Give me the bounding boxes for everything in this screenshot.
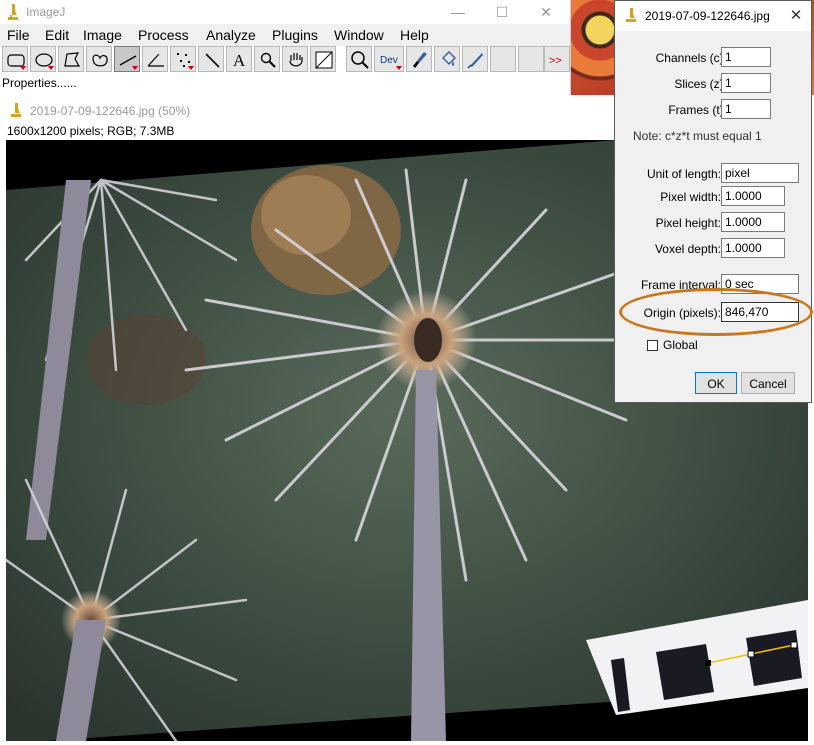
imagej-main-window: ImageJ — ☐ ✕ File Edit Image Process Ana… xyxy=(0,0,571,95)
voxel-depth-label: Voxel depth: xyxy=(654,242,721,256)
origin-highlight-ellipse xyxy=(619,288,813,336)
frames-field[interactable] xyxy=(721,99,771,119)
frames-label: Frames (t): xyxy=(668,103,727,117)
brush-tool[interactable] xyxy=(406,46,432,72)
properties-dialog: 2019-07-09-122646.jpg ✕ Channels (c): Sl… xyxy=(614,0,812,403)
developer-menu[interactable]: Dev xyxy=(374,46,404,72)
image-info: 1600x1200 pixels; RGB; 7.3MB xyxy=(7,124,175,138)
status-bar: Properties...... xyxy=(2,76,77,90)
microscope-icon xyxy=(11,103,21,117)
text-tool[interactable]: A xyxy=(226,46,252,72)
menu-analyze[interactable]: Analyze xyxy=(206,26,256,44)
unit-label: Unit of length: xyxy=(646,167,721,181)
rectangle-tool[interactable] xyxy=(2,46,28,72)
more-tools[interactable]: >> xyxy=(544,46,570,72)
magnifier-icon xyxy=(260,52,276,68)
scrolling-tool[interactable] xyxy=(282,46,308,72)
menu-process[interactable]: Process xyxy=(138,26,189,44)
dimension-note: Note: c*z*t must equal 1 xyxy=(633,129,762,143)
angle-icon xyxy=(147,53,164,67)
blank-tool-1[interactable] xyxy=(490,46,516,72)
minimize-button[interactable]: — xyxy=(438,2,478,22)
image-window-title[interactable]: 2019-07-09-122646.jpg (50%) xyxy=(30,104,190,118)
ok-button[interactable]: OK xyxy=(695,372,737,394)
wand-tool[interactable] xyxy=(198,46,224,72)
channels-field[interactable] xyxy=(721,47,771,67)
brush-icon xyxy=(413,52,427,68)
slices-field[interactable] xyxy=(721,73,771,93)
svg-text:A: A xyxy=(233,51,246,70)
unit-field[interactable] xyxy=(721,163,799,183)
pixel-height-field[interactable] xyxy=(721,212,785,232)
svg-text:>>: >> xyxy=(549,55,562,67)
pixel-height-label: Pixel height: xyxy=(655,216,721,230)
microscope-icon xyxy=(626,8,636,22)
toolbar: A Dev >> xyxy=(2,46,570,74)
svg-text:Dev: Dev xyxy=(380,55,398,66)
pixel-width-field[interactable] xyxy=(721,186,785,206)
multipoint-tool[interactable] xyxy=(170,46,196,72)
text-icon: A xyxy=(233,51,246,70)
microscope-icon xyxy=(8,4,18,20)
oval-tool[interactable] xyxy=(30,46,56,72)
slices-label: Slices (z): xyxy=(674,77,727,91)
straight-line-tool[interactable] xyxy=(114,46,140,72)
global-label: Global xyxy=(663,338,698,352)
polygon-icon xyxy=(64,52,81,67)
flood-fill-icon xyxy=(442,51,456,66)
freehand-icon xyxy=(92,54,108,67)
maximize-button[interactable]: ☐ xyxy=(482,2,522,22)
pencil-tool[interactable] xyxy=(462,46,488,72)
menu-window[interactable]: Window xyxy=(334,26,384,44)
menu-edit[interactable]: Edit xyxy=(45,26,69,44)
menu-image[interactable]: Image xyxy=(83,26,122,44)
menu-plugins[interactable]: Plugins xyxy=(272,26,318,44)
dialog-close-button[interactable]: ✕ xyxy=(785,5,807,27)
color-picker-tool[interactable] xyxy=(310,46,336,72)
hand-icon xyxy=(289,53,303,67)
global-checkbox[interactable] xyxy=(647,340,658,351)
zoom-tool[interactable] xyxy=(346,46,372,72)
cancel-button[interactable]: Cancel xyxy=(741,372,795,394)
more-icon: >> xyxy=(549,55,562,67)
search-icon xyxy=(351,51,369,69)
flood-fill-tool[interactable] xyxy=(434,46,460,72)
channels-label: Channels (c): xyxy=(655,51,727,65)
menu-help[interactable]: Help xyxy=(400,26,429,44)
voxel-depth-field[interactable] xyxy=(721,238,785,258)
window-title: ImageJ xyxy=(26,5,66,19)
pixel-width-label: Pixel width: xyxy=(660,190,721,204)
color-picker-icon xyxy=(315,51,333,69)
menu-file[interactable]: File xyxy=(7,26,30,44)
wand-icon xyxy=(205,53,220,68)
blank-tool-2[interactable] xyxy=(518,46,544,72)
close-button[interactable]: ✕ xyxy=(526,2,566,22)
magnifying-tool[interactable] xyxy=(254,46,280,72)
polygon-tool[interactable] xyxy=(58,46,84,72)
angle-tool[interactable] xyxy=(142,46,168,72)
imagej-titlebar[interactable]: ImageJ — ☐ ✕ xyxy=(0,0,570,24)
freehand-tool[interactable] xyxy=(86,46,112,72)
dialog-title: 2019-07-09-122646.jpg xyxy=(645,9,770,23)
pencil-icon xyxy=(467,53,483,69)
